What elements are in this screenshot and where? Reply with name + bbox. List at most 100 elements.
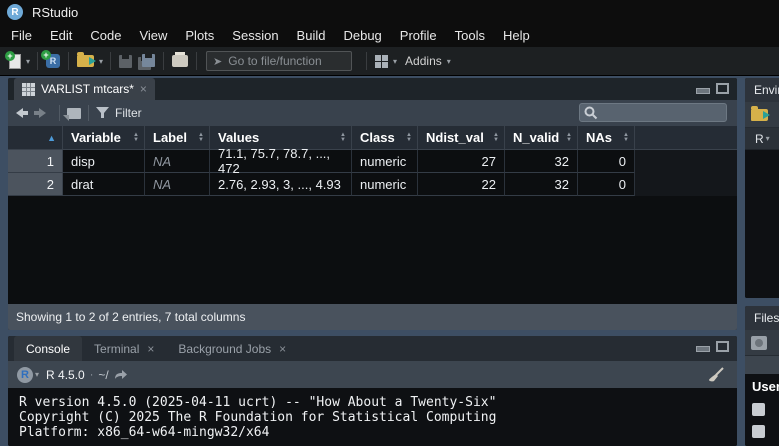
- open-folder-icon: [751, 109, 768, 121]
- menu-help[interactable]: Help: [494, 26, 539, 45]
- menu-file[interactable]: File: [2, 26, 41, 45]
- table-row[interactable]: 2 drat NA 2.76, 2.93, 3, ..., 4.93 numer…: [8, 173, 737, 196]
- menu-build[interactable]: Build: [288, 26, 335, 45]
- console-tabstrip: Console Terminal × Background Jobs ×: [8, 336, 737, 361]
- console-line: Platform: x86_64-w64-mingw32/x64: [19, 425, 737, 440]
- menu-debug[interactable]: Debug: [334, 26, 390, 45]
- addins-button[interactable]: Addins: [405, 54, 442, 68]
- menu-profile[interactable]: Profile: [391, 26, 446, 45]
- tab-files[interactable]: Files: [754, 311, 779, 325]
- new-project-button[interactable]: R+: [43, 50, 63, 72]
- pane-window-buttons: [696, 341, 729, 352]
- goto-directory-icon[interactable]: [114, 369, 127, 380]
- sort-ascending-icon: ▲: [47, 133, 56, 143]
- menu-code[interactable]: Code: [81, 26, 130, 45]
- tab-close-icon[interactable]: ×: [147, 342, 154, 356]
- sort-toggle-icon[interactable]: ▲▼: [566, 133, 572, 143]
- environment-content: [745, 150, 779, 298]
- maximize-pane-icon[interactable]: [716, 83, 729, 94]
- sort-toggle-icon[interactable]: ▲▼: [198, 133, 204, 143]
- forward-arrow-icon: [39, 108, 46, 118]
- col-header-n-valid[interactable]: N_valid ▲▼: [505, 126, 578, 149]
- working-directory-link[interactable]: ~/: [98, 368, 108, 382]
- maximize-pane-icon[interactable]: [716, 341, 729, 352]
- save-button[interactable]: [116, 50, 135, 72]
- tab-varlist-mtcars[interactable]: VARLIST mtcars* ×: [14, 78, 155, 100]
- save-all-button[interactable]: [135, 50, 158, 72]
- cell-nas: 0: [578, 150, 635, 173]
- menu-view[interactable]: View: [130, 26, 176, 45]
- menu-bar: File Edit Code View Plots Session Build …: [0, 24, 779, 47]
- print-button[interactable]: [169, 50, 191, 72]
- goto-file-input[interactable]: ➤ Go to file/function: [206, 51, 352, 71]
- col-label: Values: [218, 130, 259, 145]
- open-file-caret-icon[interactable]: ▾: [99, 57, 103, 66]
- col-header-ndist-val[interactable]: Ndist_val ▲▼: [418, 126, 505, 149]
- tab-close-icon[interactable]: ×: [279, 342, 286, 356]
- toolbar-divider: [88, 105, 89, 121]
- cell-ndist-val: 22: [418, 173, 505, 196]
- file-row[interactable]: [752, 425, 779, 438]
- data-grid-icon: [22, 83, 35, 96]
- cell-values: 2.76, 2.93, 3, ..., 4.93: [210, 173, 352, 196]
- cell-label: NA: [145, 173, 210, 196]
- filter-label: Filter: [115, 106, 142, 120]
- popout-button[interactable]: [67, 108, 81, 119]
- col-header-nas[interactable]: NAs ▲▼: [578, 126, 635, 149]
- import-dataset-button[interactable]: [751, 109, 768, 121]
- minimize-pane-icon[interactable]: [696, 346, 710, 352]
- tab-console[interactable]: Console: [14, 336, 82, 361]
- new-file-button[interactable]: +: [6, 50, 24, 72]
- col-header-label[interactable]: Label ▲▼: [145, 126, 210, 149]
- col-header-class[interactable]: Class ▲▼: [352, 126, 418, 149]
- back-arrow-icon: [16, 108, 23, 118]
- tab-terminal[interactable]: Terminal ×: [82, 336, 166, 361]
- new-project-icon: R+: [46, 54, 60, 68]
- filter-button[interactable]: Filter: [96, 106, 142, 120]
- r-version-caret-icon[interactable]: ▾: [35, 370, 39, 379]
- environment-scope-dropdown[interactable]: R: [755, 132, 764, 146]
- menu-session[interactable]: Session: [223, 26, 287, 45]
- cell-label: NA: [145, 150, 210, 173]
- pane-layout-caret-icon[interactable]: ▾: [393, 57, 397, 66]
- rownum-header[interactable]: ▲: [8, 126, 63, 149]
- sort-toggle-icon[interactable]: ▲▼: [493, 133, 499, 143]
- table-status-bar: Showing 1 to 2 of 2 entries, 7 total col…: [8, 304, 737, 330]
- files-tabstrip: Files: [745, 306, 779, 330]
- data-viewer-toolbar: Filter: [8, 100, 737, 126]
- tab-environment[interactable]: Environment: [754, 83, 779, 97]
- scope-caret-icon[interactable]: ▾: [766, 134, 770, 143]
- cell-n-valid: 32: [505, 173, 578, 196]
- new-folder-button[interactable]: [751, 336, 767, 350]
- tab-background-jobs[interactable]: Background Jobs ×: [166, 336, 298, 361]
- table-row[interactable]: 1 disp NA 71.1, 75.7, 78.7, ..., 472 num…: [8, 150, 737, 173]
- new-file-caret-icon[interactable]: ▾: [26, 57, 30, 66]
- sort-toggle-icon[interactable]: ▲▼: [340, 133, 346, 143]
- open-file-button[interactable]: [74, 50, 97, 72]
- tab-close-icon[interactable]: ×: [140, 82, 147, 96]
- file-row[interactable]: [752, 403, 779, 416]
- main-toolbar: + ▾ R+ ▾ ➤ Go to file/function: [0, 47, 779, 76]
- clear-console-broom-icon[interactable]: [707, 367, 725, 383]
- sort-toggle-icon[interactable]: ▲▼: [623, 133, 629, 143]
- menu-edit[interactable]: Edit: [41, 26, 81, 45]
- addins-caret-icon[interactable]: ▾: [447, 57, 451, 66]
- forward-button[interactable]: [34, 108, 46, 118]
- print-icon: [172, 55, 188, 67]
- title-bar: R RStudio: [0, 0, 779, 24]
- file-checkbox[interactable]: [752, 403, 765, 416]
- console-output[interactable]: R version 4.5.0 (2025-04-11 ucrt) -- "Ho…: [8, 388, 737, 446]
- menu-plots[interactable]: Plots: [176, 26, 223, 45]
- table-search-input[interactable]: [579, 103, 727, 122]
- file-checkbox[interactable]: [752, 425, 765, 438]
- menu-tools[interactable]: Tools: [446, 26, 494, 45]
- minimize-pane-icon[interactable]: [696, 88, 710, 94]
- sort-toggle-icon[interactable]: ▲▼: [406, 133, 412, 143]
- sort-toggle-icon[interactable]: ▲▼: [133, 133, 139, 143]
- cell-variable: drat: [63, 173, 145, 196]
- back-button[interactable]: [16, 108, 28, 118]
- col-header-variable[interactable]: Variable ▲▼: [63, 126, 145, 149]
- open-folder-icon: [77, 55, 94, 67]
- pane-layout-button[interactable]: [372, 50, 391, 72]
- separator-dot: ·: [90, 369, 94, 381]
